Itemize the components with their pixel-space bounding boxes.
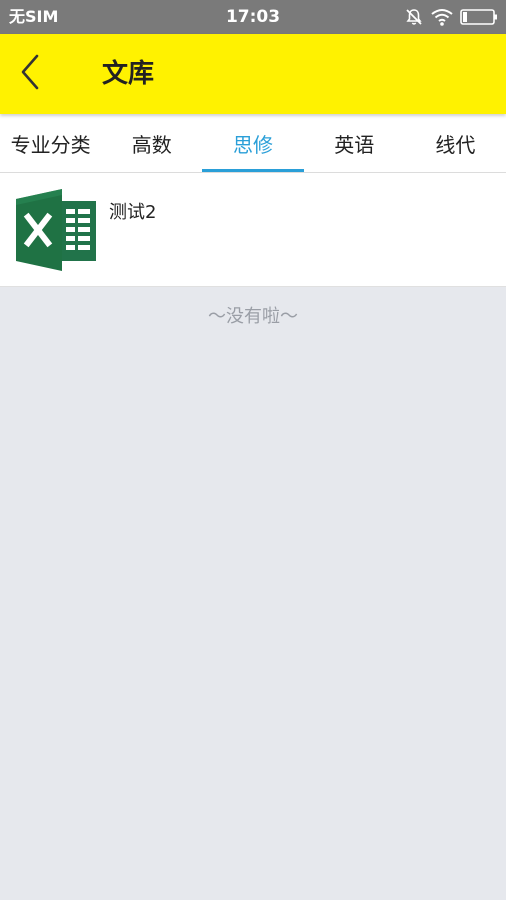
tab-label: 英语 (334, 132, 375, 157)
tab-bar: 专业分类 高数 思修 英语 线代 (0, 114, 506, 173)
document-title: 测试2 (109, 202, 157, 223)
back-button[interactable] (10, 52, 50, 96)
tab-label: 高数 (131, 132, 172, 157)
chevron-left-icon (18, 52, 42, 96)
status-bar: 无SIM 17:03 (0, 0, 506, 34)
tab-active-indicator (202, 169, 304, 172)
excel-file-icon (16, 189, 98, 271)
tab-linear-algebra[interactable]: 线代 (405, 114, 506, 172)
document-list: 测试2 (0, 173, 506, 287)
tab-label: 思修 (233, 132, 273, 157)
page-title: 文库 (102, 59, 155, 89)
mute-notification-icon (404, 7, 424, 27)
end-of-list-label: ～没有啦～ (208, 306, 298, 327)
list-item[interactable]: 测试2 (0, 173, 506, 287)
status-icons (404, 6, 498, 28)
screen: 无SIM 17:03 文库 专业分类 高数 思修 英语 线代 测试2 ～没有啦～ (0, 0, 506, 900)
tab-label: 线代 (435, 132, 476, 157)
battery-icon (460, 7, 498, 27)
tab-english[interactable]: 英语 (304, 114, 405, 172)
tab-advanced-math[interactable]: 高数 (101, 114, 202, 172)
tab-major-category[interactable]: 专业分类 (0, 114, 101, 172)
tab-label: 专业分类 (10, 132, 91, 157)
app-bar: 文库 (0, 34, 506, 114)
tab-ideology[interactable]: 思修 (202, 114, 304, 172)
wifi-icon (430, 7, 454, 27)
